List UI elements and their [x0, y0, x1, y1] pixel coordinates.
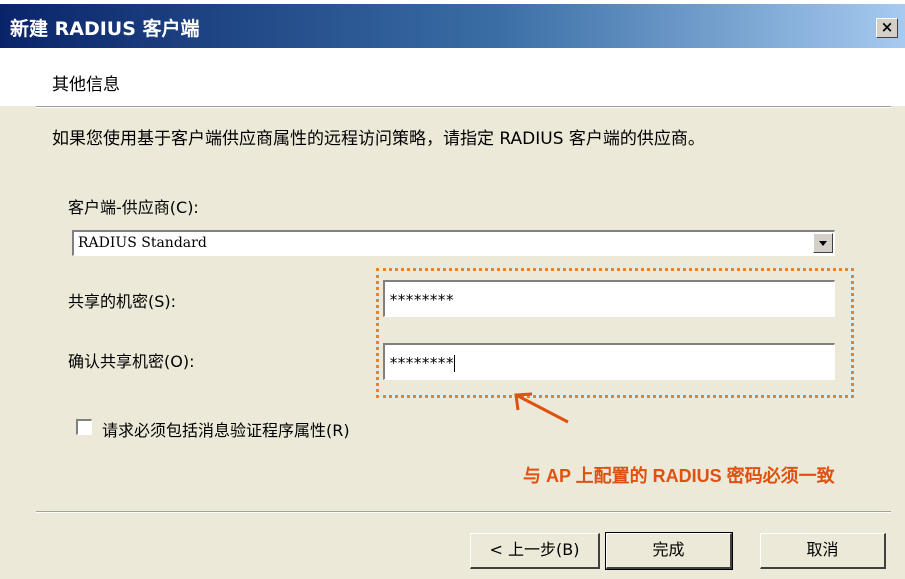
- close-icon: ×: [880, 18, 894, 36]
- description-text: 如果您使用基于客户端供应商属性的远程访问策略，请指定 RADIUS 客户端的供应…: [52, 129, 705, 149]
- message-authenticator-checkbox[interactable]: [76, 419, 92, 435]
- secret-highlight-box: [376, 268, 854, 398]
- header-divider: [36, 106, 891, 108]
- chevron-down-icon[interactable]: [813, 233, 833, 253]
- finish-button[interactable]: 完成: [605, 532, 733, 570]
- arrow-annotation-icon: [514, 392, 569, 424]
- close-button[interactable]: ×: [876, 18, 898, 38]
- title-bar[interactable]: 新建 RADIUS 客户端 ×: [0, 4, 905, 48]
- footer-divider: [36, 511, 891, 513]
- vendor-label: 客户端-供应商(C):: [68, 198, 199, 217]
- window-title: 新建 RADIUS 客户端: [10, 18, 200, 40]
- cancel-button[interactable]: 取消: [760, 533, 886, 569]
- page-title: 其他信息: [52, 75, 120, 95]
- vendor-select[interactable]: RADIUS Standard: [72, 230, 835, 256]
- back-button[interactable]: < 上一步(B): [470, 533, 600, 569]
- wizard-header: 其他信息: [0, 48, 905, 106]
- vendor-select-value: RADIUS Standard: [78, 235, 207, 251]
- message-authenticator-label[interactable]: 请求必须包括消息验证程序属性(R): [102, 417, 350, 441]
- new-radius-client-dialog: 新建 RADIUS 客户端 × 其他信息 如果您使用基于客户端供应商属性的远程访…: [0, 4, 905, 579]
- confirm-secret-label: 确认共享机密(O):: [68, 352, 195, 371]
- shared-secret-label: 共享的机密(S):: [68, 292, 177, 311]
- annotation-text: 与 AP 上配置的 RADIUS 密码必须一致: [523, 466, 835, 486]
